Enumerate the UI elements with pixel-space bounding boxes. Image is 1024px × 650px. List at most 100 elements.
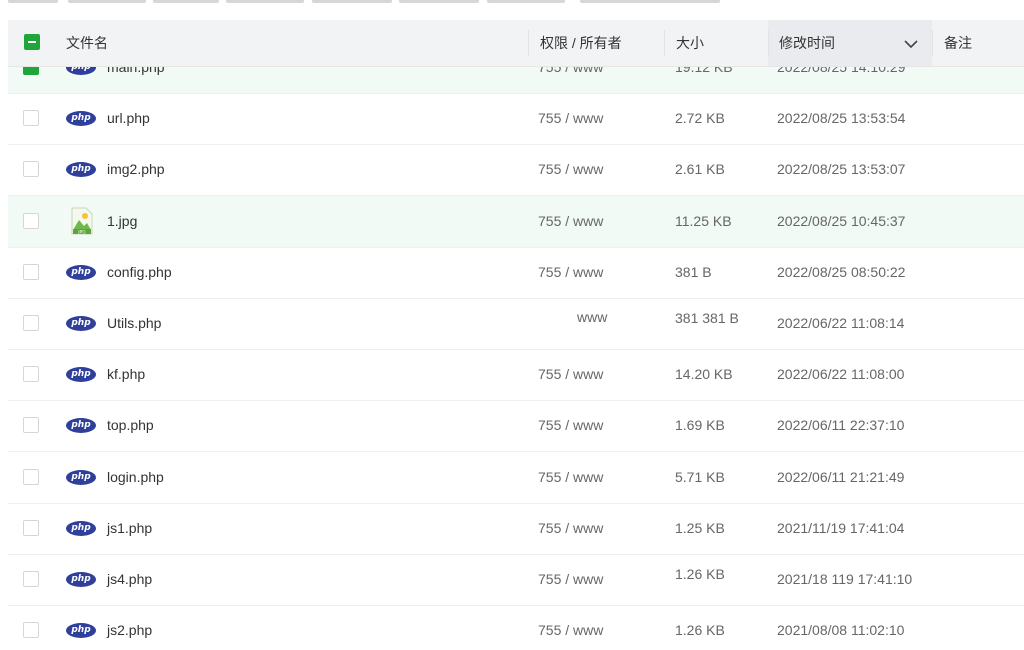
toolbar-button[interactable] xyxy=(68,0,146,3)
permission-owner[interactable]: 755 / www xyxy=(538,503,603,554)
file-name-link[interactable]: top.php xyxy=(107,400,154,451)
row-checkbox[interactable] xyxy=(23,315,39,331)
file-size: 1.26 KB xyxy=(675,622,725,639)
file-row[interactable]: php kf.php 755 / www 14.20 KB 2022/06/22 11:… xyxy=(8,349,1024,402)
row-checkbox[interactable] xyxy=(23,519,39,536)
file-name-link[interactable]: js2.php xyxy=(107,605,152,650)
permission-owner[interactable]: 755 / www xyxy=(538,349,603,400)
file-name-link[interactable]: url.php xyxy=(107,93,150,144)
file-row[interactable]: php js2.php 755 / www 1.26 KB 2021/08/08 11:… xyxy=(8,605,1024,650)
file-size: 381 381 B xyxy=(675,310,739,326)
file-name-link[interactable]: main.php xyxy=(107,67,165,93)
php-file-icon: php xyxy=(66,67,96,75)
file-row[interactable]: php js1.php 755 / www 1.25 KB 2021/11/19 17:… xyxy=(8,503,1024,555)
file-name-link[interactable]: config.php xyxy=(107,247,172,298)
toolbar-button[interactable] xyxy=(8,0,58,3)
file-name-link[interactable]: Utils.php xyxy=(107,298,161,349)
permission-owner[interactable]: 755 / www xyxy=(538,247,603,298)
modified-time: 2022/08/25 13:53:07 xyxy=(777,161,906,178)
row-checkbox[interactable] xyxy=(23,366,39,383)
php-file-icon: php xyxy=(66,572,96,587)
permission-owner[interactable]: 755 / www xyxy=(538,605,603,650)
row-checkbox[interactable] xyxy=(23,468,39,485)
php-file-icon: php xyxy=(66,111,96,127)
file-row[interactable]: php config.php 755 / www 381 B 2022/08/25 08… xyxy=(8,247,1024,299)
file-size: 1.26 KB xyxy=(675,566,725,582)
php-file-icon: php xyxy=(66,469,96,485)
column-permission[interactable]: 权限 / 所有者 xyxy=(528,20,664,66)
php-file-icon: php xyxy=(66,316,96,331)
toolbar-button[interactable] xyxy=(312,0,392,3)
file-list: php main.php 755 / www 19.12 KB 2022/08/25 1… xyxy=(8,67,1024,650)
permission-owner[interactable]: www xyxy=(577,292,607,343)
php-file-icon: php xyxy=(66,623,96,639)
modified-time: 2022/08/25 14:10:29 xyxy=(777,67,906,75)
file-name-link[interactable]: img2.php xyxy=(107,144,165,195)
toolbar-button[interactable] xyxy=(153,0,219,3)
php-file-icon: php xyxy=(66,367,96,383)
file-name-link[interactable]: 1.jpg xyxy=(107,196,137,247)
row-checkbox[interactable] xyxy=(23,622,39,639)
php-file-icon: php xyxy=(66,520,96,536)
file-size: 1.69 KB xyxy=(675,417,725,434)
column-note[interactable]: 备注 xyxy=(932,20,1024,66)
file-row[interactable]: php url.php 755 / www 2.72 KB 2022/08/25 13:… xyxy=(8,93,1024,146)
php-file-icon: php xyxy=(66,162,96,178)
column-modified-time[interactable]: 修改时间 xyxy=(768,20,932,66)
row-checkbox[interactable] xyxy=(23,417,39,434)
jpg-file-icon: JPG xyxy=(71,207,93,235)
chevron-down-icon[interactable] xyxy=(904,20,918,66)
toolbar-button[interactable] xyxy=(580,0,720,3)
file-name-link[interactable]: js1.php xyxy=(107,503,152,554)
permission-owner[interactable]: 755 / www xyxy=(538,67,603,93)
permission-owner[interactable]: 755 / www xyxy=(538,196,603,247)
file-size: 19.12 KB xyxy=(675,67,733,75)
row-checkbox[interactable] xyxy=(23,263,39,280)
modified-time: 2022/06/22 11:08:14 xyxy=(777,315,905,331)
file-row[interactable]: php main.php 755 / www 19.12 KB 2022/08/25 1… xyxy=(8,67,1024,94)
file-size: 1.25 KB xyxy=(675,519,725,536)
file-row[interactable]: php top.php 755 / www 1.69 KB 2022/06/11 22:… xyxy=(8,400,1024,453)
select-all-checkbox[interactable] xyxy=(24,34,40,50)
permission-owner[interactable]: 755 / www xyxy=(538,554,603,605)
permission-owner[interactable]: 755 / www xyxy=(538,93,603,144)
permission-owner[interactable]: 755 / www xyxy=(538,452,603,503)
svg-text:JPG: JPG xyxy=(77,229,86,235)
file-size: 2.72 KB xyxy=(675,110,725,127)
column-size[interactable]: 大小 xyxy=(664,20,768,66)
file-table-header: 文件名 权限 / 所有者 大小 修改时间 备注 xyxy=(8,20,1024,67)
row-checkbox[interactable] xyxy=(23,212,39,229)
file-name-link[interactable]: js4.php xyxy=(107,554,152,605)
php-file-icon: php xyxy=(66,264,96,280)
file-row[interactable]: php js4.php 755 / www 1.26 KB 2021/18 119 17… xyxy=(8,554,1024,606)
row-checkbox[interactable] xyxy=(23,161,39,178)
file-row[interactable]: php Utils.php www 381 381 B 2022/06/22 11:08… xyxy=(8,298,1024,350)
row-checkbox[interactable] xyxy=(23,110,39,127)
permission-owner[interactable]: 755 / www xyxy=(538,144,603,195)
file-size: 2.61 KB xyxy=(675,161,725,178)
file-name-link[interactable]: login.php xyxy=(107,452,164,503)
modified-time: 2021/18 119 17:41:10 xyxy=(777,571,913,587)
php-file-icon: php xyxy=(66,418,96,434)
modified-time: 2021/11/19 17:41:04 xyxy=(777,519,905,536)
file-size: 5.71 KB xyxy=(675,468,725,485)
file-row[interactable]: php img2.php 755 / www 2.61 KB 2022/08/25 13… xyxy=(8,144,1024,197)
modified-time: 2022/06/11 21:21:49 xyxy=(777,468,905,485)
permission-owner[interactable]: 755 / www xyxy=(538,400,603,451)
modified-time: 2022/06/22 11:08:00 xyxy=(777,366,905,383)
file-row[interactable]: php login.php 755 / www 5.71 KB 2022/06/11 2… xyxy=(8,452,1024,504)
row-checkbox[interactable] xyxy=(23,67,39,75)
column-filename[interactable]: 文件名 xyxy=(66,20,108,66)
toolbar-button[interactable] xyxy=(226,0,304,3)
modified-time: 2022/08/25 10:45:37 xyxy=(777,212,906,229)
file-row[interactable]: JPG 1.jpg 755 / www 11.25 KB 2022/08/25 10:4… xyxy=(8,195,1024,248)
toolbar-button[interactable] xyxy=(487,0,565,3)
file-size: 14.20 KB xyxy=(675,366,733,383)
toolbar-button[interactable] xyxy=(399,0,479,3)
toolbar-remnant xyxy=(0,0,1024,6)
row-checkbox[interactable] xyxy=(23,571,39,587)
file-size: 381 B xyxy=(675,263,712,280)
modified-time: 2022/08/25 13:53:54 xyxy=(777,110,906,127)
modified-time: 2021/08/08 11:02:10 xyxy=(777,622,905,639)
file-name-link[interactable]: kf.php xyxy=(107,349,145,400)
